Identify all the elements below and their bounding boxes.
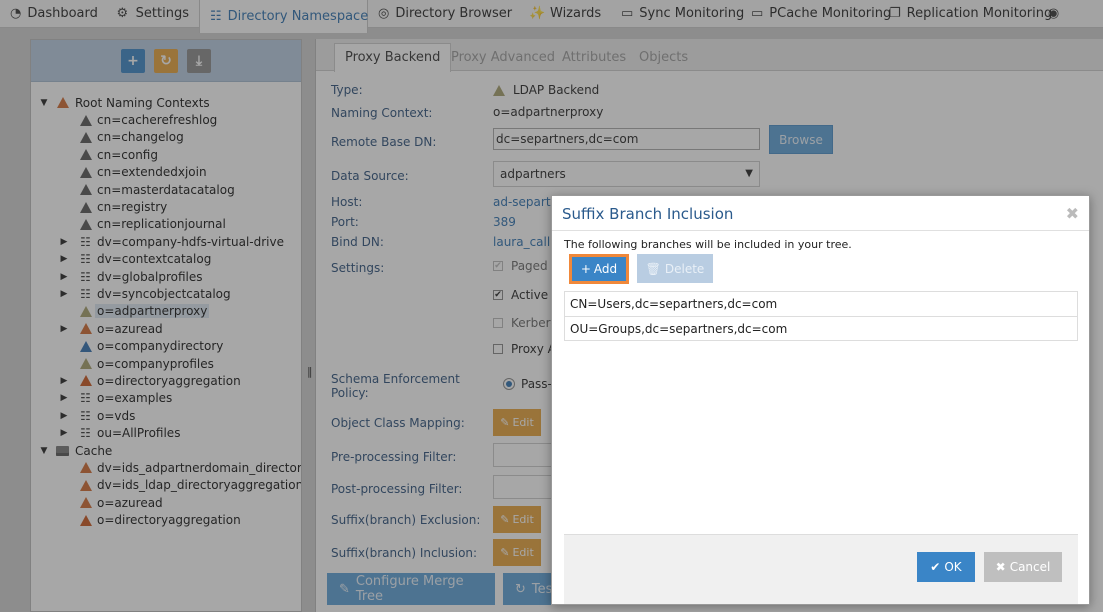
dialog-header: Suffix Branch Inclusion ✖ xyxy=(552,196,1089,231)
ok-button[interactable]: ✔ OK xyxy=(917,552,975,582)
dialog-description: The following branches will be included … xyxy=(564,238,852,251)
branch-row[interactable]: CN=Users,dc=separtners,dc=com xyxy=(564,291,1078,316)
branch-list: CN=Users,dc=separtners,dc=com OU=Groups,d… xyxy=(564,291,1078,341)
branch-row[interactable]: OU=Groups,dc=separtners,dc=com xyxy=(564,316,1078,341)
trash-icon: 🗑 xyxy=(645,261,661,276)
ok-label: OK xyxy=(944,560,962,574)
cancel-label: Cancel xyxy=(1009,560,1051,574)
dialog-footer: ✔ OK ✖ Cancel xyxy=(564,534,1078,604)
add-branch-button[interactable]: + Add xyxy=(569,254,629,284)
suffix-branch-inclusion-dialog: Suffix Branch Inclusion ✖ The following … xyxy=(551,195,1090,605)
close-icon[interactable]: ✖ xyxy=(1066,204,1079,223)
cancel-button[interactable]: ✖ Cancel xyxy=(984,552,1062,582)
add-label: Add xyxy=(593,262,618,276)
delete-branch-button[interactable]: 🗑 Delete xyxy=(637,254,713,283)
dialog-title: Suffix Branch Inclusion xyxy=(562,205,734,223)
delete-label: Delete xyxy=(664,261,705,276)
check-icon: ✔ xyxy=(930,560,941,574)
plus-icon: + xyxy=(580,262,591,276)
close-icon: ✖ xyxy=(995,560,1006,574)
